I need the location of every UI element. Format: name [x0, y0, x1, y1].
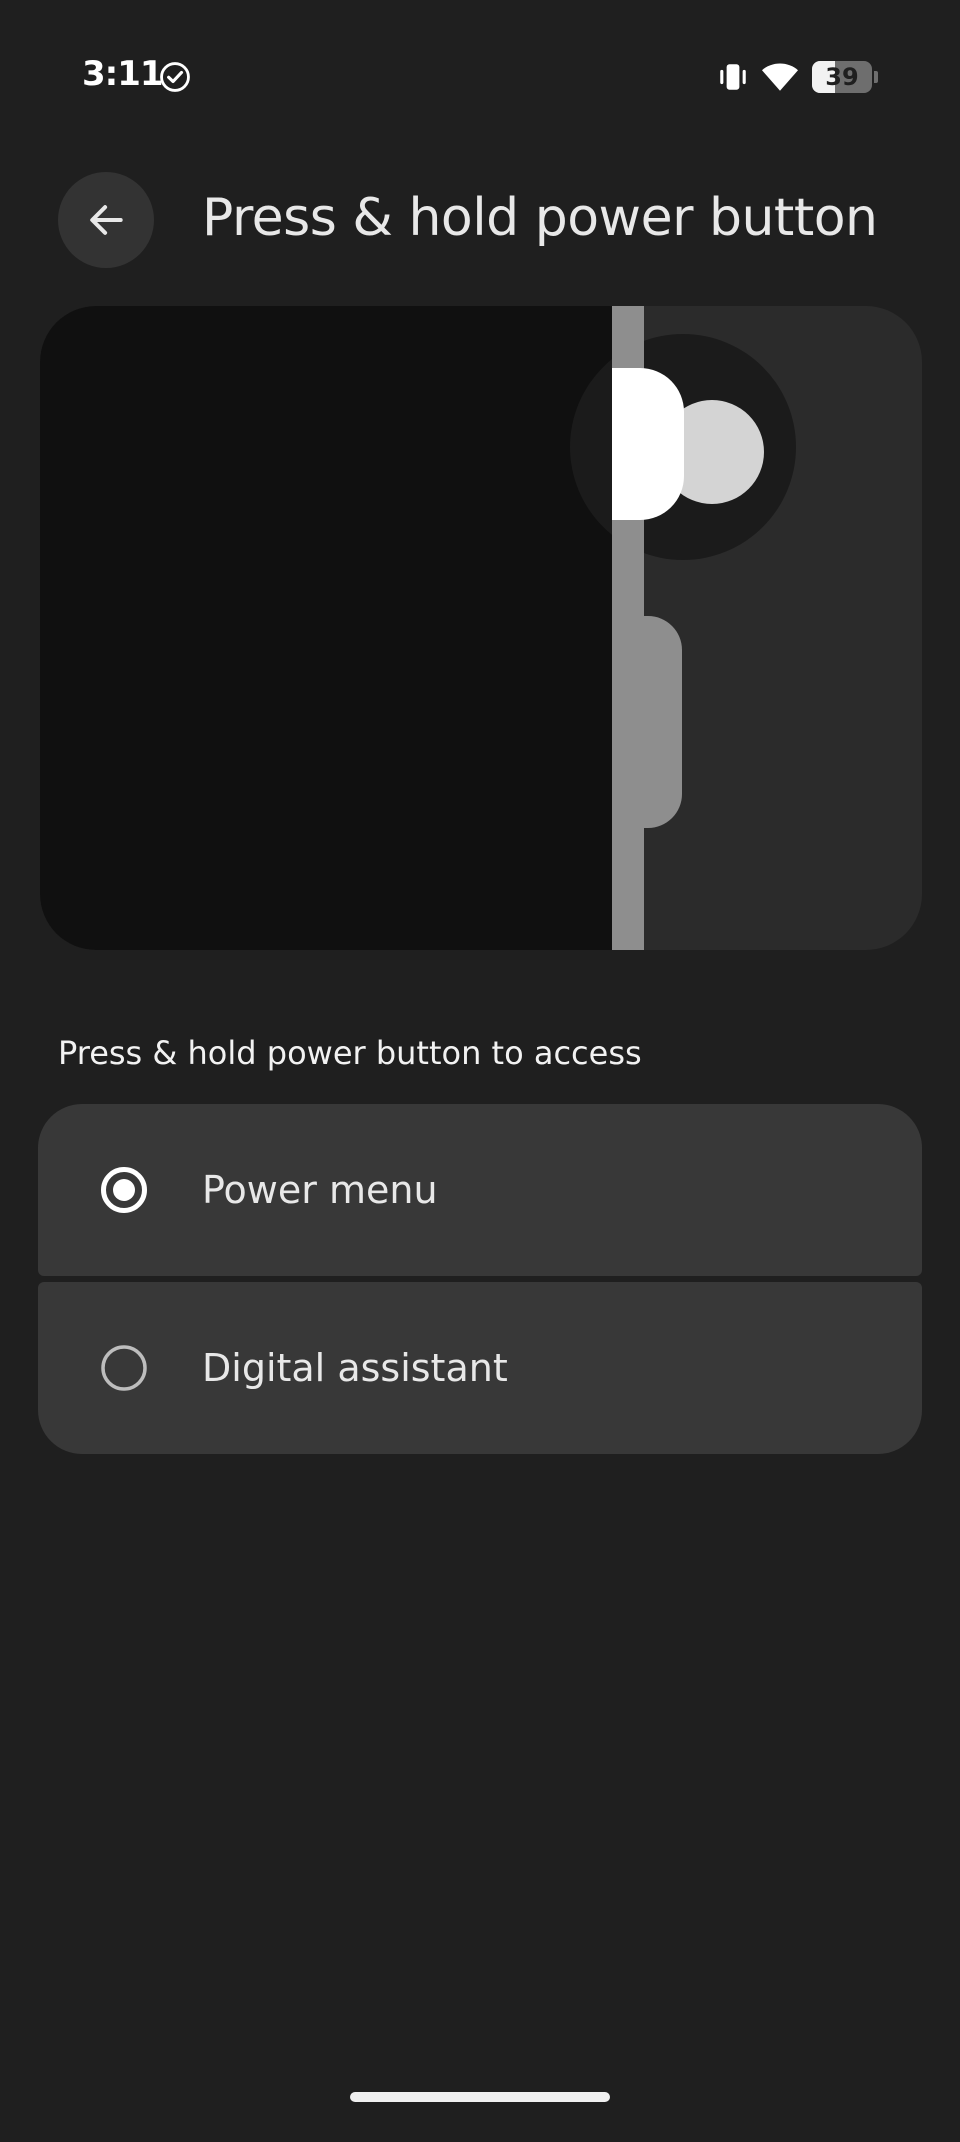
option-power-menu[interactable]: Power menu [38, 1104, 922, 1276]
battery-tip [874, 71, 878, 83]
check-circle-icon [160, 62, 190, 92]
power-button-illustration [40, 306, 922, 950]
illustration-volume-button [612, 616, 682, 828]
illustration-power-button [612, 368, 684, 520]
option-label: Digital assistant [202, 1346, 508, 1390]
vibrate-icon [720, 64, 746, 90]
page-title: Press & hold power button [202, 188, 878, 248]
battery-icon: 39 [812, 61, 878, 93]
option-digital-assistant[interactable]: Digital assistant [38, 1282, 922, 1454]
radio-unselected-icon[interactable] [100, 1344, 148, 1392]
back-button[interactable] [58, 172, 154, 268]
wifi-icon [762, 63, 798, 91]
gesture-nav-handle[interactable] [350, 2092, 610, 2102]
arrow-left-icon [90, 205, 123, 235]
battery-body: 39 [812, 61, 872, 93]
status-bar: 3:11 39 [0, 0, 960, 160]
illustration-phone-screen [40, 306, 612, 950]
status-time: 3:11 [82, 54, 164, 94]
section-label: Press & hold power button to access [58, 1034, 642, 1072]
radio-selected-icon[interactable] [100, 1166, 148, 1214]
option-label: Power menu [202, 1168, 438, 1212]
battery-level: 39 [825, 63, 859, 91]
